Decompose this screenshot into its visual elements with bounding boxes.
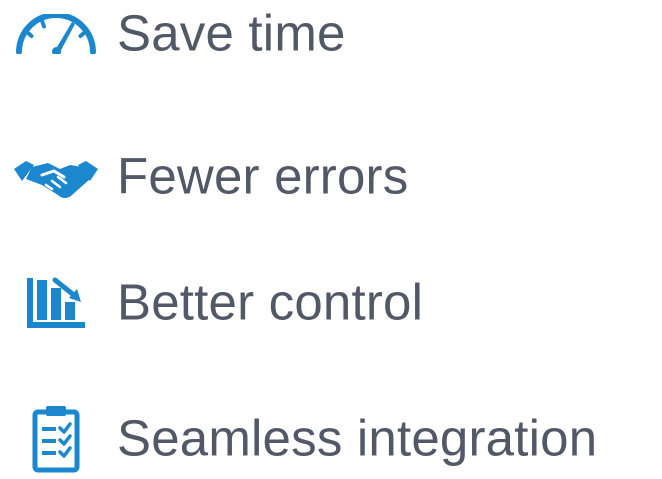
bar-chart-down-icon: [12, 263, 100, 343]
clipboard-checklist-icon: [12, 399, 100, 479]
benefit-item-fewer-errors: Fewer errors: [0, 137, 662, 217]
benefit-label: Fewer errors: [117, 147, 409, 205]
benefit-label: Save time: [117, 4, 346, 62]
handshake-icon: [12, 137, 100, 217]
benefit-item-save-time: Save time: [0, 0, 662, 74]
benefit-label: Seamless integration: [117, 409, 598, 467]
benefit-item-better-control: Better control: [0, 263, 662, 343]
speedometer-icon: [12, 0, 100, 74]
benefit-label: Better control: [117, 273, 424, 331]
benefit-item-seamless-integration: Seamless integration: [0, 399, 662, 479]
